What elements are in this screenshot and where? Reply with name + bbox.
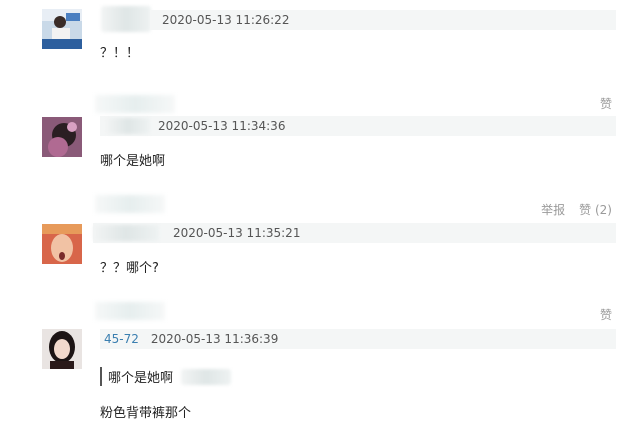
comment-meta-bar: 45-72 2020-05-13 11:36:39 [100, 329, 616, 349]
comment-meta-bar: 2020-05-13 11:26:22 [150, 10, 616, 30]
quoted-text: 哪个是她啊 [108, 371, 174, 386]
comment-1: 2020-05-13 11:26:22 ？！！ [0, 0, 640, 95]
comment-text: ？！！ [100, 46, 140, 61]
comment-time: 2020-05-13 11:35:21 [173, 226, 301, 240]
username-redacted [101, 6, 151, 32]
avatar[interactable] [42, 224, 82, 264]
comment-time: 2020-05-13 11:26:22 [162, 13, 290, 27]
username-link[interactable]: 45-72 [104, 332, 139, 346]
username-redacted [106, 118, 150, 134]
redacted-region [95, 302, 165, 320]
username-redacted [181, 368, 232, 385]
comment-time: 2020-05-13 11:34:36 [158, 119, 286, 133]
comment-time: 2020-05-13 11:36:39 [150, 332, 279, 346]
avatar[interactable] [42, 117, 82, 157]
redacted-region [95, 95, 175, 113]
comment-actions: 举报 赞 (2) [541, 201, 612, 218]
like-button[interactable]: 赞 (2) [579, 201, 612, 218]
comment-4: 赞 45-72 2020-05-13 11:36:39 哪个是她啊 粉色背带裤那… [0, 300, 640, 436]
comment-3: 举报 赞 (2) 2020-05-13 11:35:21 ？？哪个? [0, 195, 640, 300]
comment-actions: 赞 [600, 306, 612, 323]
quoted-reply: 哪个是她啊 [100, 367, 232, 386]
comment-meta-bar: 2020-05-13 11:34:36 [100, 116, 616, 136]
username-redacted [93, 225, 159, 241]
comment-2: 赞 2020-05-13 11:34:36 哪个是她啊 [0, 95, 640, 195]
like-button[interactable]: 赞 [600, 95, 612, 112]
comment-actions: 赞 [600, 95, 612, 112]
avatar[interactable] [42, 9, 82, 49]
comment-text: 粉色背带裤那个 [100, 406, 192, 421]
like-button[interactable]: 赞 [600, 306, 612, 323]
redacted-region [95, 195, 165, 213]
comment-text: 哪个是她啊 [100, 154, 166, 169]
comment-meta-bar: 2020-05-13 11:35:21 [93, 223, 616, 243]
avatar[interactable] [42, 329, 82, 369]
report-button[interactable]: 举报 [541, 201, 565, 218]
comment-text: ？？哪个? [100, 261, 159, 276]
